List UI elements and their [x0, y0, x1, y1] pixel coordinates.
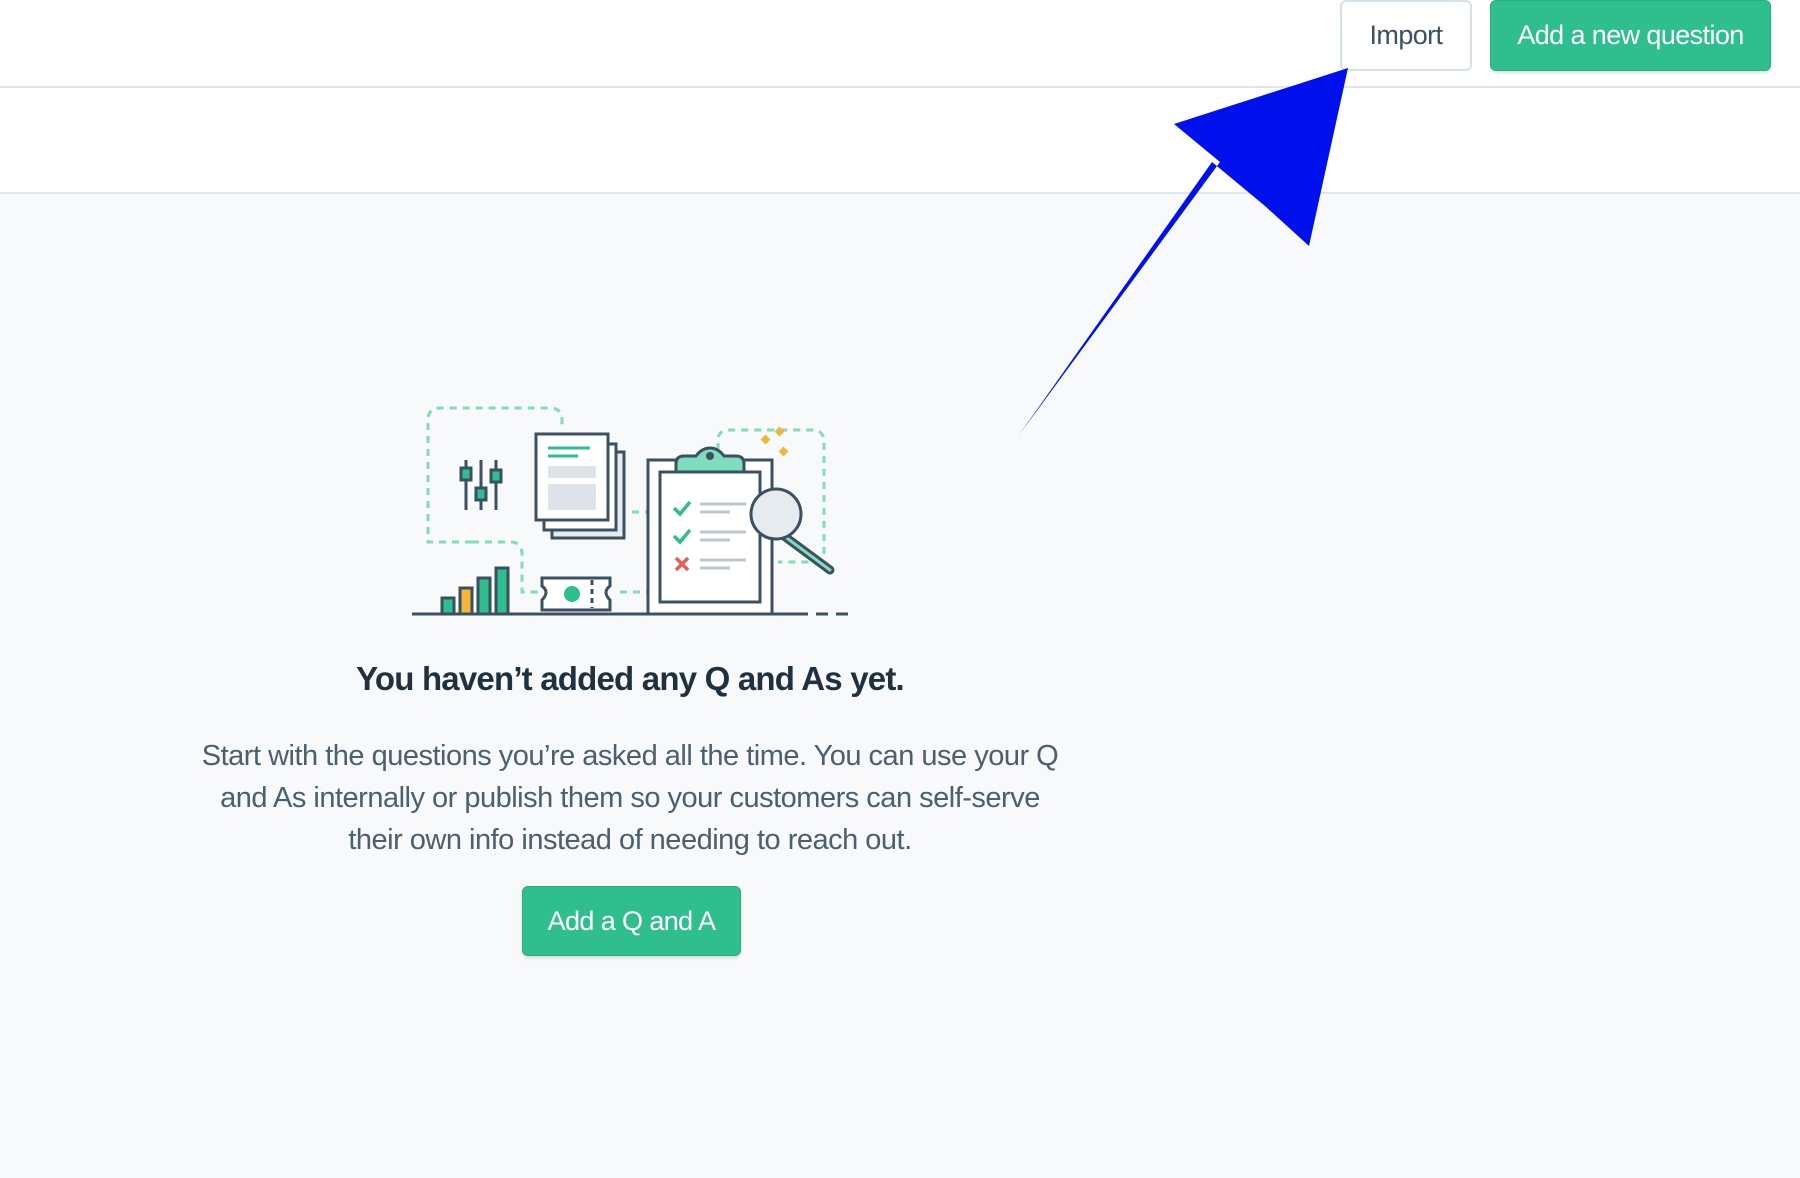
clipboard-icon — [646, 446, 774, 616]
bar-chart-icon — [440, 566, 510, 616]
filter-bar — [0, 88, 1800, 194]
empty-state-illustration — [412, 406, 848, 616]
empty-state-description: Start with the questions you’re asked al… — [201, 740, 1059, 856]
ticket-icon — [540, 576, 612, 612]
add-new-question-button[interactable]: Add a new question — [1490, 0, 1771, 71]
top-toolbar: Import Add a new question — [0, 0, 1800, 88]
documents-icon — [534, 432, 626, 540]
sliders-icon — [459, 460, 503, 510]
import-button[interactable]: Import — [1340, 0, 1472, 71]
add-q-and-a-button[interactable]: Add a Q and A — [522, 886, 741, 956]
empty-state-title: You haven’t added any Q and As yet. — [356, 660, 905, 697]
